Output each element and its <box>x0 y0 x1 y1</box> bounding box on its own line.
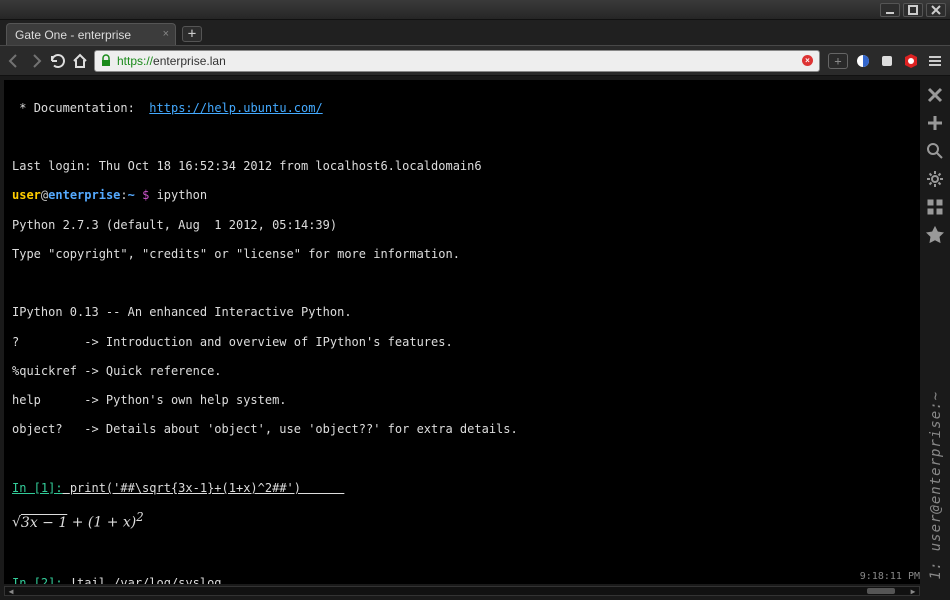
home-icon[interactable] <box>72 53 88 69</box>
last-login: Last login: Thu Oct 18 16:52:34 2012 fro… <box>12 159 912 174</box>
search-icon[interactable] <box>926 142 944 160</box>
lock-icon <box>99 54 113 68</box>
window-close-button[interactable] <box>926 3 946 17</box>
back-icon[interactable] <box>6 53 22 69</box>
new-terminal-icon[interactable] <box>926 114 944 132</box>
scroll-left-icon[interactable]: ◀ <box>5 587 17 595</box>
url-host: enterprise.lan <box>153 54 226 68</box>
extension-icon-1[interactable] <box>854 52 872 70</box>
url-scheme: https:// <box>117 54 153 68</box>
close-terminal-icon[interactable] <box>926 86 944 104</box>
stop-icon[interactable]: × <box>802 55 813 66</box>
help-link[interactable]: https://help.ubuntu.com/ <box>149 101 322 115</box>
browser-tabstrip: Gate One - enterprise × + <box>0 20 950 46</box>
forward-icon[interactable] <box>28 53 44 69</box>
terminal-clock: 9:18:11 PM <box>860 571 920 582</box>
add-bookmark-button[interactable]: + <box>828 53 848 69</box>
terminal-scrollbar[interactable]: ◀ ▶ <box>4 586 920 596</box>
session-label: 1: user@enterprise:~ <box>928 391 944 580</box>
shell-prompt: user@enterprise:~ $ ipython <box>12 188 912 203</box>
scroll-right-icon[interactable]: ▶ <box>907 587 919 595</box>
adblock-icon[interactable] <box>902 52 920 70</box>
star-icon[interactable] <box>926 226 944 244</box>
browser-toolbar: https://enterprise.lan × + <box>0 46 950 76</box>
grid-icon[interactable] <box>926 198 944 216</box>
tab-close-icon[interactable]: × <box>163 28 169 40</box>
gear-icon[interactable] <box>926 170 944 188</box>
gateone-sidebar <box>922 80 948 244</box>
terminal[interactable]: * Documentation: https://help.ubuntu.com… <box>4 80 920 584</box>
scroll-thumb[interactable] <box>867 588 895 594</box>
window-minimize-button[interactable] <box>880 3 900 17</box>
extension-icon-2[interactable] <box>878 52 896 70</box>
in-2: In [2]: !tail /var/log/syslog <box>12 576 912 584</box>
browser-tab-active[interactable]: Gate One - enterprise × <box>6 23 176 45</box>
menu-icon[interactable] <box>926 52 944 70</box>
window-maximize-button[interactable] <box>903 3 923 17</box>
window-titlebar <box>0 0 950 20</box>
tab-title: Gate One - enterprise <box>15 28 131 42</box>
doc-line: * Documentation: https://help.ubuntu.com… <box>12 101 912 116</box>
math-output-1: √3𝑥 − 1 + (1 + 𝑥)2 <box>12 510 912 532</box>
in-1: In [1]: print('##\sqrt{3x-1}+(1+x)^2##') <box>12 481 912 496</box>
new-tab-button[interactable]: + <box>182 26 202 42</box>
reload-icon[interactable] <box>50 53 66 69</box>
address-bar[interactable]: https://enterprise.lan × <box>94 50 820 72</box>
